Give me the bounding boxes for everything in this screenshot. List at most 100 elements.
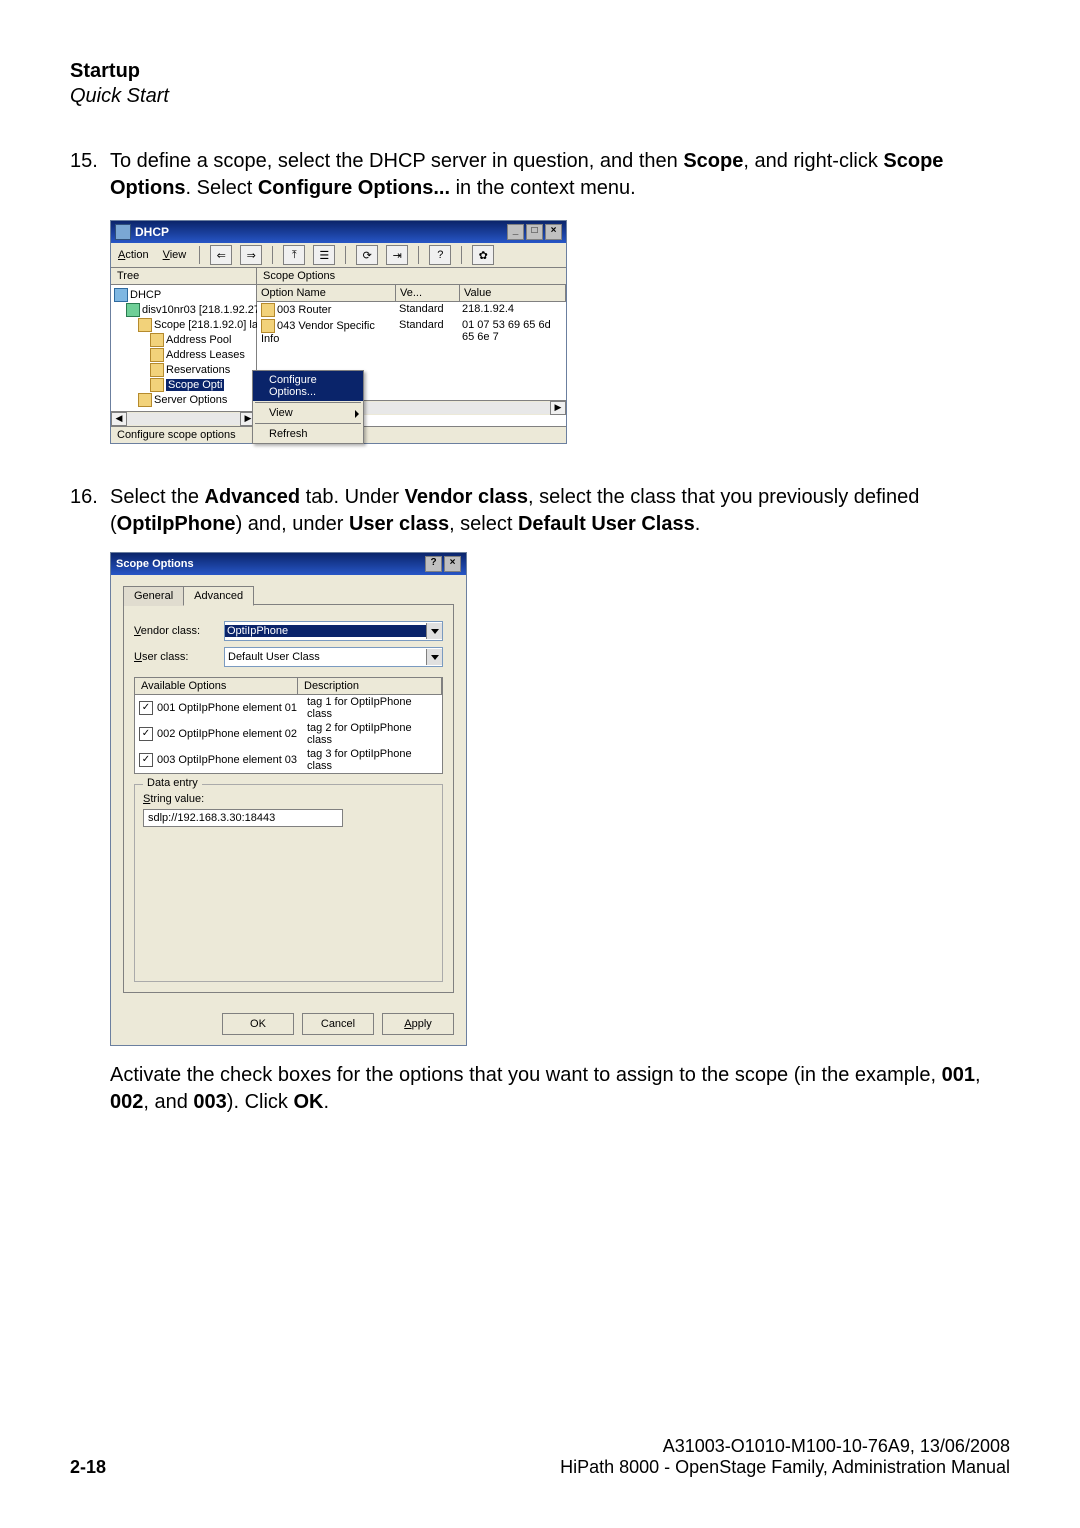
user-class-combo[interactable]: Default User Class	[224, 647, 443, 667]
text: ) and, under	[236, 513, 349, 535]
user-class-value: Default User Class	[225, 651, 426, 663]
chevron-down-icon[interactable]	[426, 649, 442, 665]
opt-003: 003	[193, 1091, 226, 1113]
option-desc: tag 3 for OptiIpPhone class	[307, 748, 438, 772]
text: , and	[143, 1091, 193, 1113]
gear-icon	[261, 303, 275, 317]
back-icon[interactable]: ⇐	[210, 245, 232, 265]
scope-options-dialog: Scope Options ? × General Advanced Vendo…	[110, 552, 467, 1046]
col-value[interactable]: Value	[460, 285, 566, 301]
optiip-bold: OptiIpPhone	[117, 513, 236, 535]
vendor-class-combo[interactable]: OptiIpPhone	[224, 621, 443, 641]
tree-address-leases[interactable]: Address Leases	[166, 349, 245, 361]
close-button[interactable]: ×	[444, 556, 461, 572]
folder-icon	[150, 348, 164, 362]
advanced-bold: Advanced	[205, 486, 301, 508]
context-menu[interactable]: Configure Options... View Refresh	[252, 370, 364, 444]
option-row[interactable]: ✓ 002 OptiIpPhone element 02 tag 2 for O…	[135, 721, 442, 747]
list-row[interactable]: 003 Router Standard 218.1.92.4	[257, 302, 566, 318]
ok-button[interactable]: OK	[222, 1013, 294, 1035]
tree-tab[interactable]: Tree	[111, 268, 256, 285]
user-class-bold: User class	[349, 513, 449, 535]
up-icon[interactable]: ⤒	[283, 245, 305, 265]
page-number: 2-18	[70, 1457, 106, 1478]
folder-icon	[150, 363, 164, 377]
menubar: Action View ⇐ ⇒ ⤒ ☰ ⟳ ⇥ ? ✿	[111, 243, 566, 267]
window-title: DHCP	[135, 225, 169, 239]
ctx-refresh[interactable]: Refresh	[253, 425, 363, 443]
col-option-name[interactable]: Option Name	[257, 285, 396, 301]
data-entry-group: Data entry String value: sdlp://192.168.…	[134, 784, 443, 982]
window-titlebar[interactable]: DHCP _ □ ×	[111, 221, 566, 243]
tree-server[interactable]: disv10nr03 [218.1.92.27]	[142, 304, 263, 316]
default-user-bold: Default User Class	[518, 513, 695, 535]
dhcp-app-icon	[115, 224, 131, 240]
scroll-left-icon[interactable]: ◀	[111, 412, 127, 426]
dialog-titlebar[interactable]: Scope Options ? ×	[111, 553, 466, 575]
forward-icon[interactable]: ⇒	[240, 245, 262, 265]
step-text: Select the Advanced tab. Under Vendor cl…	[110, 484, 1010, 538]
tree-reservations[interactable]: Reservations	[166, 364, 230, 376]
columns-icon[interactable]: ☰	[313, 245, 335, 265]
string-value-input[interactable]: sdlp://192.168.3.30:18443	[143, 809, 343, 827]
tree-scope-options[interactable]: Scope Opti	[166, 379, 224, 391]
help-button[interactable]: ?	[425, 556, 442, 572]
text: ). Click	[227, 1091, 294, 1113]
text: . Select	[186, 177, 258, 199]
ctx-view[interactable]: View	[253, 404, 363, 422]
checkbox[interactable]: ✓	[139, 753, 153, 767]
tab-general[interactable]: General	[123, 586, 184, 606]
tree-view[interactable]: DHCP disv10nr03 [218.1.92.27] Scope [218…	[111, 285, 256, 411]
user-class-label: User class:	[134, 651, 224, 663]
text: tab. Under	[300, 486, 405, 508]
checkbox[interactable]: ✓	[139, 727, 153, 741]
tree-root[interactable]: DHCP	[130, 289, 161, 301]
scope-icon	[138, 318, 152, 332]
scroll-right-icon[interactable]: ▶	[550, 401, 566, 415]
refresh-icon[interactable]: ⟳	[356, 245, 378, 265]
option-row[interactable]: ✓ 003 OptiIpPhone element 03 tag 3 for O…	[135, 747, 442, 773]
tree-address-pool[interactable]: Address Pool	[166, 334, 231, 346]
scrollbar-track[interactable]	[127, 413, 240, 425]
chevron-down-icon[interactable]	[426, 623, 442, 639]
ctx-configure-options[interactable]: Configure Options...	[253, 371, 363, 401]
opt-001: 001	[942, 1064, 975, 1086]
list-row[interactable]: 043 Vendor Specific Info Standard 01 07 …	[257, 318, 566, 346]
footer-line1: A31003-O1010-M100-10-76A9, 13/06/2008	[70, 1436, 1010, 1457]
option-name: 001 OptiIpPhone element 01	[157, 702, 307, 714]
close-button[interactable]: ×	[545, 224, 562, 240]
text: , and right-click	[743, 150, 883, 172]
menu-action[interactable]: Action	[115, 248, 152, 262]
tree-server-options[interactable]: Server Options	[154, 394, 227, 406]
option-row[interactable]: ✓ 001 OptiIpPhone element 01 tag 1 for O…	[135, 695, 442, 721]
export-icon[interactable]: ⇥	[386, 245, 408, 265]
text: Select the	[110, 486, 205, 508]
text: .	[323, 1091, 329, 1113]
text: ,	[975, 1064, 981, 1086]
cell-option: 003 Router	[277, 304, 331, 316]
option-desc: tag 2 for OptiIpPhone class	[307, 722, 438, 746]
col-description[interactable]: Description	[298, 678, 442, 694]
cancel-button[interactable]: Cancel	[302, 1013, 374, 1035]
folder-icon	[150, 378, 164, 392]
options-list[interactable]: ✓ 001 OptiIpPhone element 01 tag 1 for O…	[134, 695, 443, 774]
step-followup-text: Activate the check boxes for the options…	[110, 1062, 1010, 1116]
scope-bold: Scope	[683, 150, 743, 172]
checkbox[interactable]: ✓	[139, 701, 153, 715]
apply-button[interactable]: Apply	[382, 1013, 454, 1035]
text: , select	[449, 513, 518, 535]
step-number: 16.	[70, 484, 110, 538]
cell-vendor: Standard	[395, 318, 458, 346]
menu-view[interactable]: View	[160, 248, 190, 262]
col-available[interactable]: Available Options	[135, 678, 298, 694]
tree-scope[interactable]: Scope [218.1.92.0] la	[154, 319, 258, 331]
maximize-button[interactable]: □	[526, 224, 543, 240]
minimize-button[interactable]: _	[507, 224, 524, 240]
text: Activate the check boxes for the options…	[110, 1064, 942, 1086]
tab-advanced[interactable]: Advanced	[183, 586, 254, 606]
folder-icon	[138, 393, 152, 407]
dialog-title: Scope Options	[116, 558, 194, 570]
help-icon[interactable]: ?	[429, 245, 451, 265]
col-vendor[interactable]: Ve...	[396, 285, 460, 301]
gear-icon[interactable]: ✿	[472, 245, 494, 265]
